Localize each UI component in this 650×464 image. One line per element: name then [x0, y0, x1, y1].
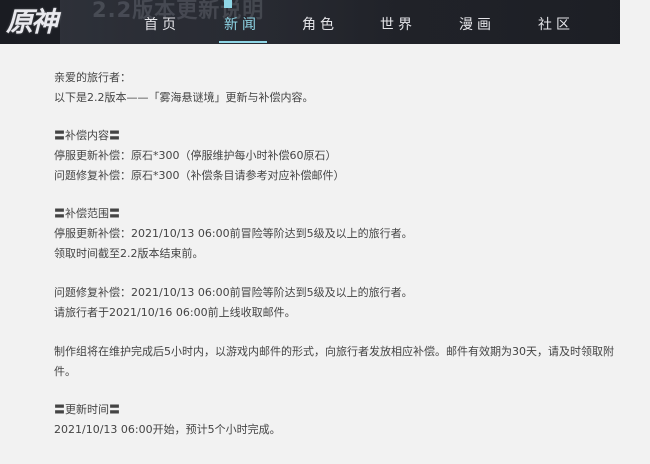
main-nav: 首页 新闻 角色 世界 漫画 社区: [0, 0, 650, 44]
scope-line-4: 请旅行者于2021/10/16 06:00前上线收取邮件。: [54, 306, 296, 319]
nav-manga[interactable]: 漫画: [459, 0, 495, 44]
nav-home[interactable]: 首页: [144, 0, 180, 44]
nav-world[interactable]: 世界: [380, 0, 416, 44]
section-title-update-time: 〓更新时间〓: [54, 403, 120, 416]
intro: 以下是2.2版本——「雾海悬谜境」更新与补偿内容。: [54, 91, 314, 104]
greeting: 亲爱的旅行者：: [54, 71, 131, 84]
distribution-note: 制作组将在维护完成后5小时内，以游戏内邮件的形式，向旅行者发放相应补偿。邮件有效…: [54, 345, 614, 378]
article-body: 亲爱的旅行者： 以下是2.2版本——「雾海悬谜境」更新与补偿内容。 〓补偿内容〓…: [54, 68, 634, 440]
scope-line-3: 问题修复补偿：2021/10/13 06:00前冒险等阶达到5级及以上的旅行者。: [54, 286, 413, 299]
scope-line-1: 停服更新补偿：2021/10/13 06:00前冒险等阶达到5级及以上的旅行者。: [54, 227, 413, 240]
compensation-line-1: 停服更新补偿：原石*300（停服维护每小时补偿60原石）: [54, 149, 337, 162]
header-edge: [620, 0, 650, 44]
update-time-line: 2021/10/13 06:00开始，预计5个小时完成。: [54, 423, 281, 436]
section-title-scope: 〓补偿范围〓: [54, 207, 120, 220]
nav-community[interactable]: 社区: [538, 0, 574, 44]
section-title-compensation: 〓补偿内容〓: [54, 129, 120, 142]
nav-news[interactable]: 新闻: [224, 0, 260, 44]
nav-characters[interactable]: 角色: [302, 0, 338, 44]
scope-line-2: 领取时间截至2.2版本结束前。: [54, 247, 204, 260]
top-navigation-bar: 2.2版本更新说明 原神 首页 新闻 角色 世界 漫画 社区: [0, 0, 650, 44]
compensation-line-2: 问题修复补偿：原石*300（补偿条目请参考对应补偿邮件）: [54, 169, 345, 182]
nav-active-underline: [219, 41, 267, 43]
